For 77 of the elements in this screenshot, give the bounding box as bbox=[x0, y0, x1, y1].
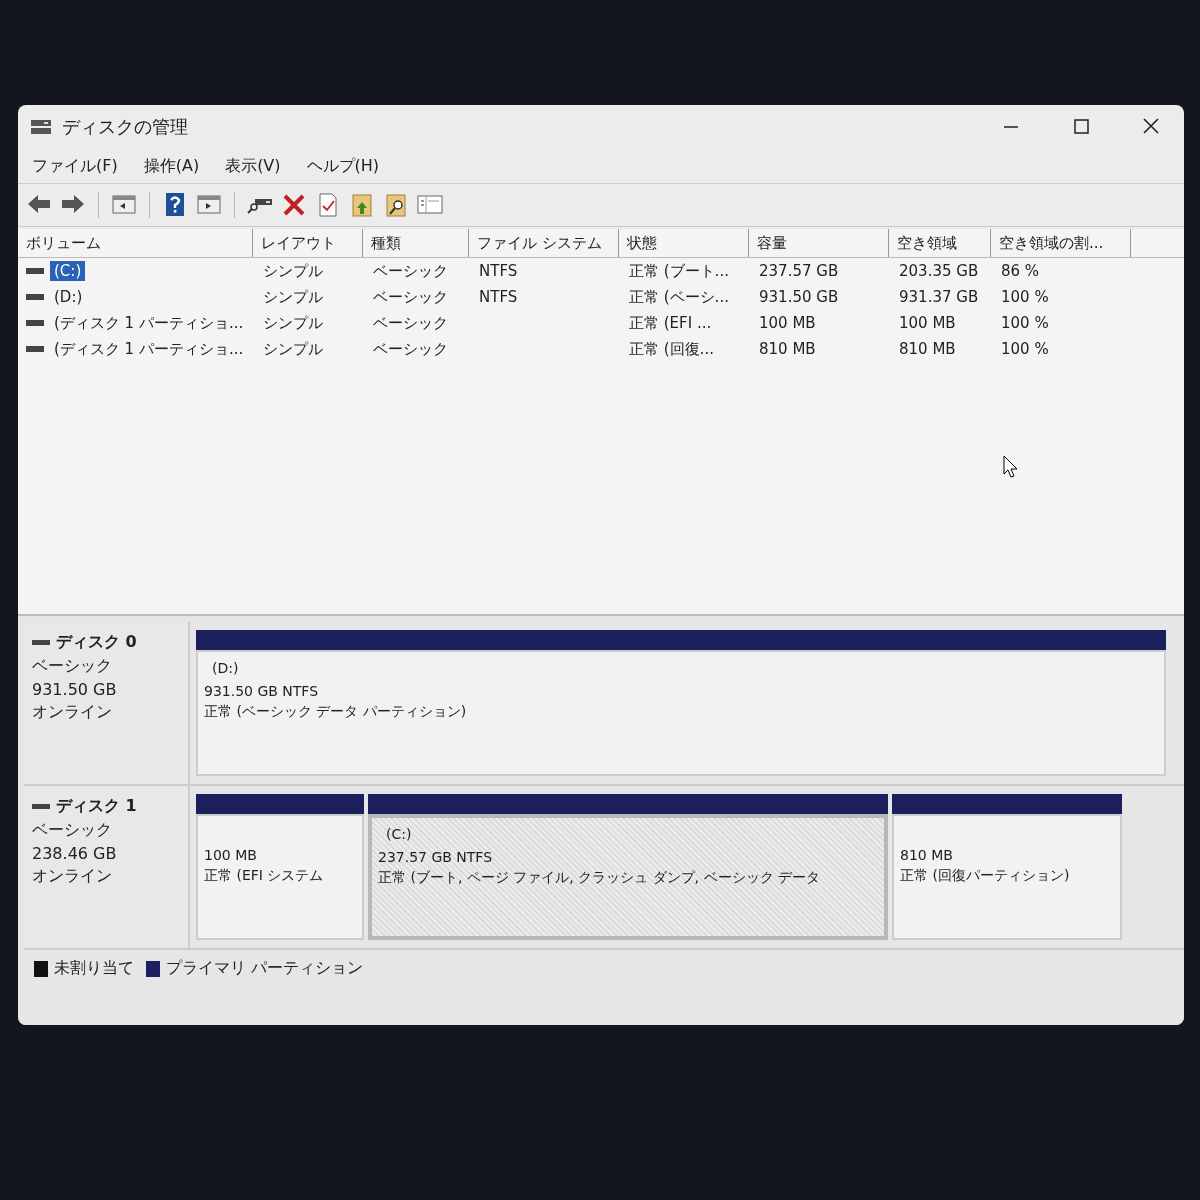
folder-magnifier-icon[interactable] bbox=[383, 192, 409, 218]
table-cell-text: 正常 (EFI ... bbox=[628, 313, 713, 333]
partition-block[interactable]: (C:) 237.57 GB NTFS 正常 (ブート, ページ ファイル, クラッシュ ダンプ, ベーシック データ bbox=[368, 814, 888, 940]
delete-icon[interactable] bbox=[281, 192, 307, 218]
partition-status: 正常 (回復パーティション) bbox=[900, 867, 1070, 885]
table-cell-text: 810 MB bbox=[758, 340, 817, 358]
partition-label: (C:) bbox=[385, 826, 413, 844]
window-title: ディスクの管理 bbox=[62, 115, 189, 139]
table-cell-text: ベーシック bbox=[372, 339, 449, 359]
drive-icon bbox=[26, 266, 46, 276]
disk-icon bbox=[30, 118, 52, 136]
partition-status: 正常 (ブート, ページ ファイル, クラッシュ ダンプ, ベーシック データ bbox=[378, 869, 820, 887]
disk-type: ベーシック bbox=[32, 656, 113, 677]
legend-label: プライマリ パーティション bbox=[166, 958, 364, 979]
disk-name: ディスク 1 bbox=[56, 796, 137, 817]
partition-size: 237.57 GB NTFS bbox=[378, 849, 493, 865]
partition-size: 810 MB bbox=[900, 847, 953, 863]
menu-item[interactable]: 操作(A) bbox=[143, 153, 200, 179]
partition-block[interactable]: 810 MB 正常 (回復パーティション) bbox=[892, 814, 1122, 940]
partition-size: 931.50 GB NTFS bbox=[204, 683, 319, 699]
table-cell-text: 203.35 GB bbox=[898, 262, 980, 280]
disk-type: ベーシック bbox=[32, 820, 113, 841]
column-header[interactable]: 種類 bbox=[363, 229, 469, 257]
table-cell-text: NTFS bbox=[478, 288, 519, 306]
drive-icon bbox=[32, 801, 52, 812]
table-cell-text: 100 % bbox=[1000, 340, 1050, 358]
partition-block[interactable]: (D:) 931.50 GB NTFS 正常 (ベーシック データ パーティション) bbox=[196, 650, 1166, 776]
volume-name[interactable]: (D:) bbox=[50, 287, 87, 307]
table-cell-text: 100 MB bbox=[758, 314, 817, 332]
mouse-pointer-icon bbox=[1003, 455, 1019, 479]
drive-icon bbox=[26, 292, 46, 302]
drive-icon bbox=[32, 637, 52, 648]
table-cell-text: シンプル bbox=[262, 261, 324, 281]
menu-item[interactable]: ヘルプ(H) bbox=[306, 153, 380, 179]
table-cell-text: NTFS bbox=[478, 262, 519, 280]
column-header[interactable]: 容量 bbox=[749, 229, 889, 257]
table-cell-text: 100 % bbox=[1000, 314, 1050, 332]
drive-icon bbox=[26, 318, 46, 328]
table-cell-text: 正常 (ベーシ... bbox=[628, 287, 730, 307]
column-header[interactable]: ボリューム bbox=[18, 229, 253, 257]
table-cell-text: シンプル bbox=[262, 287, 324, 307]
volume-name[interactable]: (ディスク 1 パーティショ... bbox=[50, 338, 248, 360]
disk-status: オンライン bbox=[32, 866, 113, 887]
column-header[interactable]: 空き領域の割... bbox=[991, 229, 1131, 257]
partition-label: (D:) bbox=[211, 660, 240, 678]
column-header[interactable]: ファイル システム bbox=[469, 229, 619, 257]
column-header[interactable]: 状態 bbox=[619, 229, 749, 257]
disk-size: 931.50 GB bbox=[32, 680, 118, 699]
table-cell-text: 100 MB bbox=[898, 314, 957, 332]
partition-size: 100 MB bbox=[204, 847, 257, 863]
volume-name[interactable]: (C:) bbox=[50, 261, 86, 281]
column-header[interactable]: 空き領域 bbox=[889, 229, 991, 257]
drive-icon bbox=[26, 344, 46, 354]
disk-size: 238.46 GB bbox=[32, 844, 118, 863]
table-cell-text: 正常 (ブート... bbox=[628, 261, 730, 281]
table-cell-text: 86 % bbox=[1000, 262, 1041, 280]
table-cell-text: 931.37 GB bbox=[898, 288, 980, 306]
table-cell-text: 237.57 GB bbox=[758, 262, 840, 280]
table-cell-text: ベーシック bbox=[372, 261, 449, 281]
partition-status: 正常 (EFI システム bbox=[204, 867, 324, 885]
table-cell-text: 正常 (回復... bbox=[628, 339, 715, 359]
table-cell-text: シンプル bbox=[262, 339, 324, 359]
table-cell-text: 810 MB bbox=[898, 340, 957, 358]
table-cell-text: 931.50 GB bbox=[758, 288, 840, 306]
disk-status: オンライン bbox=[32, 702, 113, 723]
menu-item[interactable]: 表示(V) bbox=[225, 153, 281, 179]
table-cell-text: ベーシック bbox=[372, 287, 449, 307]
table-cell-text: シンプル bbox=[262, 313, 324, 333]
partition-status: 正常 (ベーシック データ パーティション) bbox=[204, 703, 467, 721]
table-cell-text: ベーシック bbox=[372, 313, 449, 333]
volume-name[interactable]: (ディスク 1 パーティショ... bbox=[50, 312, 248, 334]
column-header[interactable]: レイアウト bbox=[253, 229, 363, 257]
table-cell-text: 100 % bbox=[1000, 288, 1050, 306]
disk-name: ディスク 0 bbox=[56, 632, 137, 653]
menu-item[interactable]: ファイル(F) bbox=[32, 153, 118, 179]
legend-label: 未割り当て bbox=[54, 958, 134, 979]
partition-block[interactable]: 100 MB 正常 (EFI システム bbox=[196, 814, 364, 940]
